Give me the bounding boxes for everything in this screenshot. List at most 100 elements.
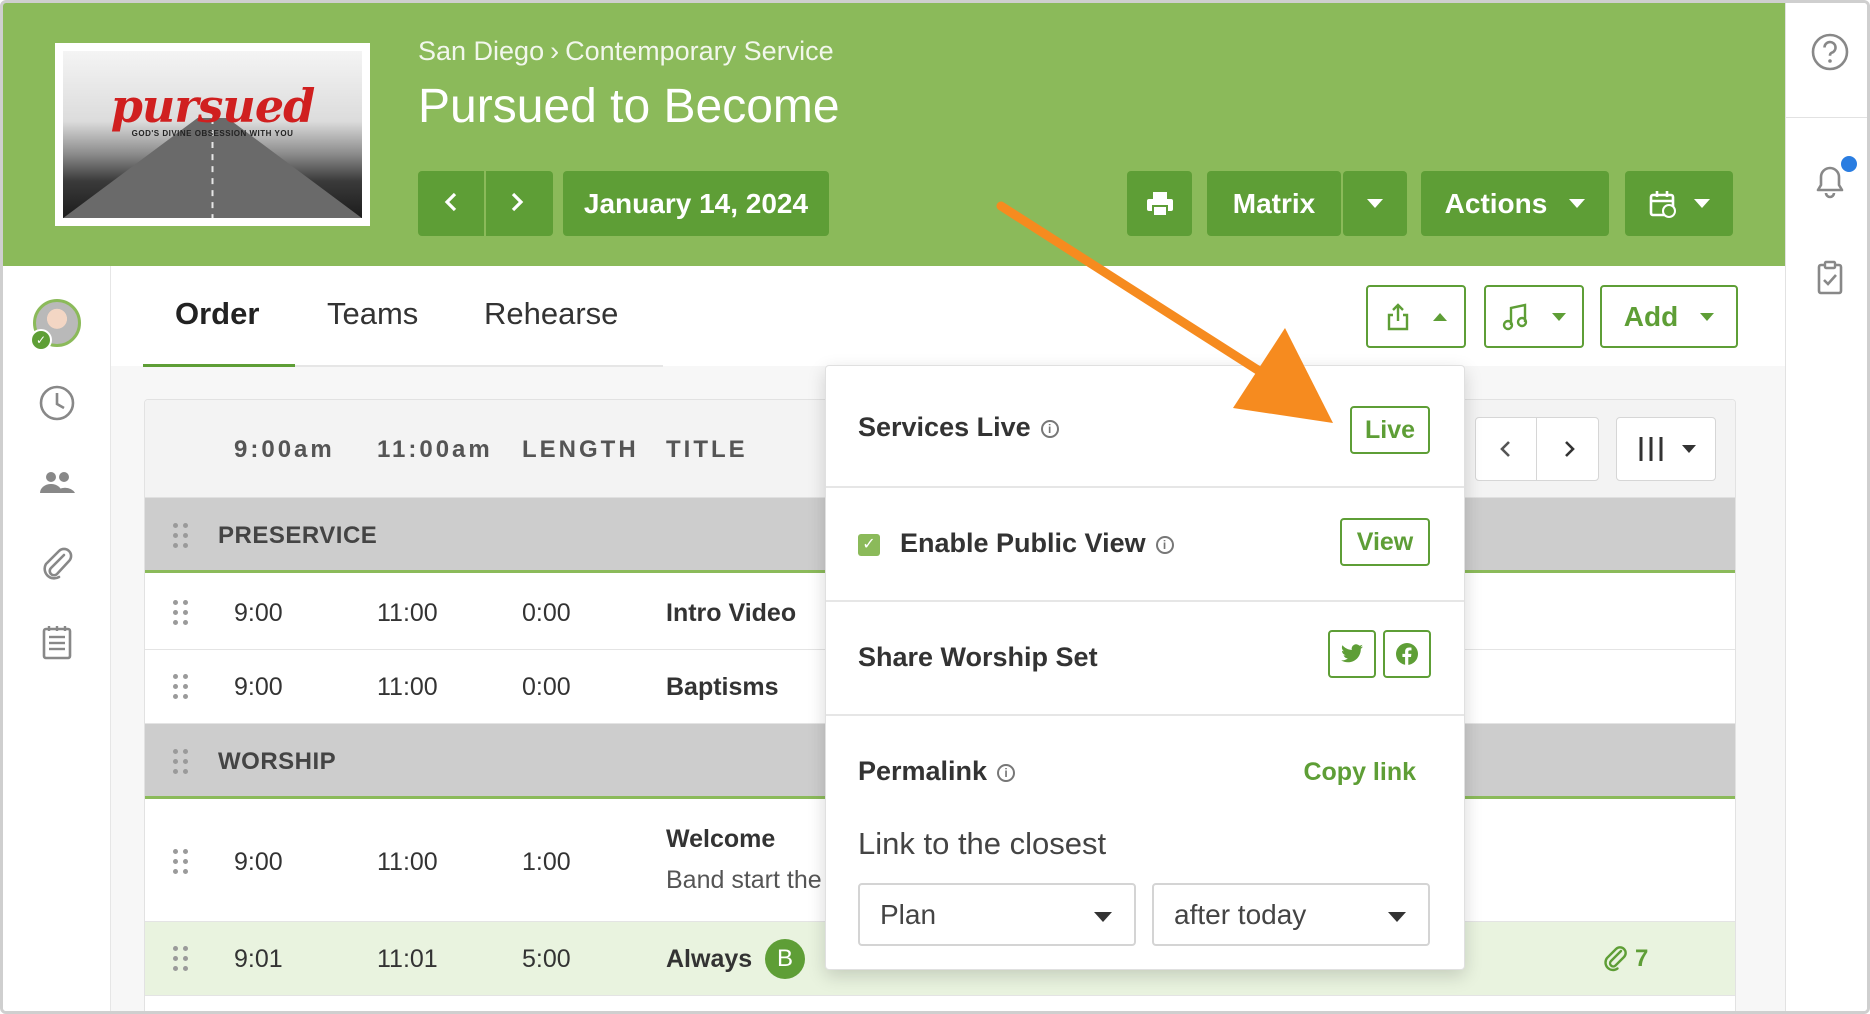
link-type-select[interactable]: Plan — [858, 883, 1136, 946]
tab-teams[interactable]: Teams — [327, 296, 418, 332]
link-type-value: Plan — [880, 899, 937, 930]
row-time-2: 11:00 — [377, 848, 438, 876]
notes-icon[interactable] — [37, 623, 77, 663]
info-icon[interactable]: i — [1155, 536, 1174, 554]
services-live-row: Services Live i — [858, 412, 1059, 443]
services-live-section: Services Live i Live — [826, 366, 1464, 488]
help-icon[interactable] — [1810, 32, 1850, 72]
info-icon[interactable]: i — [997, 764, 1016, 782]
tab-rehearse[interactable]: Rehearse — [484, 296, 618, 332]
public-view-row: Enable Public View i — [900, 528, 1174, 559]
row-time-1: 9:00 — [234, 848, 283, 876]
drag-handle-icon[interactable] — [173, 600, 191, 626]
calendar-link-button[interactable] — [1625, 171, 1733, 236]
chevron-left-icon — [444, 192, 457, 212]
add-button[interactable]: Add — [1600, 285, 1738, 348]
section-label: WORSHIP — [218, 748, 337, 775]
chevron-right-icon — [1564, 441, 1575, 457]
tab-order[interactable]: Order — [175, 296, 259, 332]
share-button[interactable] — [1366, 285, 1466, 348]
breadcrumb-service[interactable]: Contemporary Service — [565, 36, 834, 66]
actions-button[interactable]: Actions — [1421, 171, 1609, 236]
row-length: 0:00 — [522, 599, 571, 627]
previous-time-button[interactable] — [1476, 418, 1537, 480]
info-icon[interactable]: i — [1040, 420, 1059, 438]
caret-down-icon — [1682, 445, 1696, 453]
column-header-time-2[interactable]: 11:00am — [377, 436, 493, 464]
series-artwork: pursued GOD'S DIVINE OBSESSION WITH YOU — [55, 43, 370, 226]
caret-down-icon — [1388, 912, 1406, 922]
public-view-label: Enable Public View — [900, 528, 1146, 558]
date-button[interactable]: January 14, 2024 — [563, 171, 829, 236]
actions-label: Actions — [1444, 187, 1548, 219]
chevron-left-icon — [1500, 441, 1510, 457]
drag-handle-icon[interactable] — [173, 946, 191, 972]
row-title[interactable]: Baptisms — [666, 673, 779, 702]
enable-public-view-checkbox[interactable]: ✓ — [858, 534, 880, 556]
facebook-icon — [1396, 643, 1418, 665]
share-upload-icon — [1387, 302, 1409, 330]
row-title[interactable]: Always — [666, 945, 752, 974]
clock-icon[interactable] — [37, 383, 77, 423]
table-row[interactable] — [145, 996, 1735, 1011]
caret-down-icon — [1094, 912, 1112, 922]
row-title[interactable]: Intro Video — [666, 599, 796, 628]
share-section: Share Worship Set — [826, 602, 1464, 716]
attachment-count[interactable]: 7 — [1635, 945, 1648, 973]
row-time-1: 9:00 — [234, 599, 283, 627]
row-time-1: 9:01 — [234, 945, 283, 973]
row-note: Band start the — [666, 866, 822, 894]
permalink-label: Permalink — [858, 756, 988, 786]
drag-handle-icon[interactable] — [173, 674, 191, 700]
drag-handle-icon[interactable] — [173, 523, 191, 549]
music-note-icon — [1502, 303, 1528, 330]
breadcrumb-chevron-icon: › — [550, 36, 560, 66]
permalink-section: Permalink i Copy link Link to the closest… — [826, 716, 1464, 971]
row-length: 5:00 — [522, 945, 571, 973]
next-plan-button[interactable] — [506, 185, 528, 226]
row-time-1: 9:00 — [234, 673, 283, 701]
artwork-title: pursued — [110, 79, 316, 133]
row-time-2: 11:01 — [377, 945, 438, 973]
next-time-button[interactable] — [1538, 418, 1599, 480]
row-length: 1:00 — [522, 848, 571, 876]
column-header-length: LENGTH — [522, 436, 639, 463]
drag-handle-icon[interactable] — [173, 749, 191, 775]
row-title[interactable]: Welcome — [666, 825, 775, 854]
facebook-share-button[interactable] — [1383, 630, 1431, 678]
calendar-link-icon — [1649, 190, 1676, 218]
active-tab-indicator — [143, 364, 295, 367]
print-button[interactable] — [1127, 171, 1192, 236]
twitter-icon — [1341, 644, 1363, 663]
plan-header: pursued GOD'S DIVINE OBSESSION WITH YOU … — [3, 3, 1785, 266]
caret-down-icon — [1700, 312, 1715, 321]
drag-handle-icon[interactable] — [173, 849, 191, 875]
caret-down-icon — [1367, 199, 1383, 208]
breadcrumb-location[interactable]: San Diego — [418, 36, 544, 66]
permalink-row: Permalink i — [858, 756, 1016, 787]
nav-divider — [484, 171, 486, 236]
section-label: PRESERVICE — [218, 522, 378, 549]
chevron-right-icon — [511, 192, 524, 212]
print-icon — [1146, 191, 1173, 217]
caret-down-icon — [1552, 312, 1566, 321]
link-when-select[interactable]: after today — [1152, 883, 1430, 946]
public-view-section: ✓ Enable Public View i View — [826, 488, 1464, 602]
live-button[interactable]: Live — [1350, 406, 1430, 454]
music-button[interactable] — [1484, 285, 1584, 348]
matrix-button[interactable]: Matrix — [1207, 171, 1341, 236]
page-title: Pursued to Become — [418, 80, 840, 133]
people-icon[interactable] — [37, 463, 77, 503]
columns-button[interactable] — [1616, 417, 1716, 481]
twitter-share-button[interactable] — [1328, 630, 1376, 678]
matrix-dropdown-button[interactable] — [1343, 171, 1407, 236]
copy-link-button[interactable]: Copy link — [1303, 758, 1416, 787]
tasks-clipboard-icon[interactable] — [1810, 258, 1850, 298]
previous-plan-button[interactable] — [440, 185, 462, 226]
paperclip-icon — [1604, 946, 1627, 972]
paperclip-icon[interactable] — [37, 543, 77, 583]
view-button[interactable]: View — [1340, 518, 1430, 566]
column-header-time-1[interactable]: 9:00am — [234, 436, 335, 464]
row-time-2: 11:00 — [377, 673, 438, 701]
row-length: 0:00 — [522, 673, 571, 701]
